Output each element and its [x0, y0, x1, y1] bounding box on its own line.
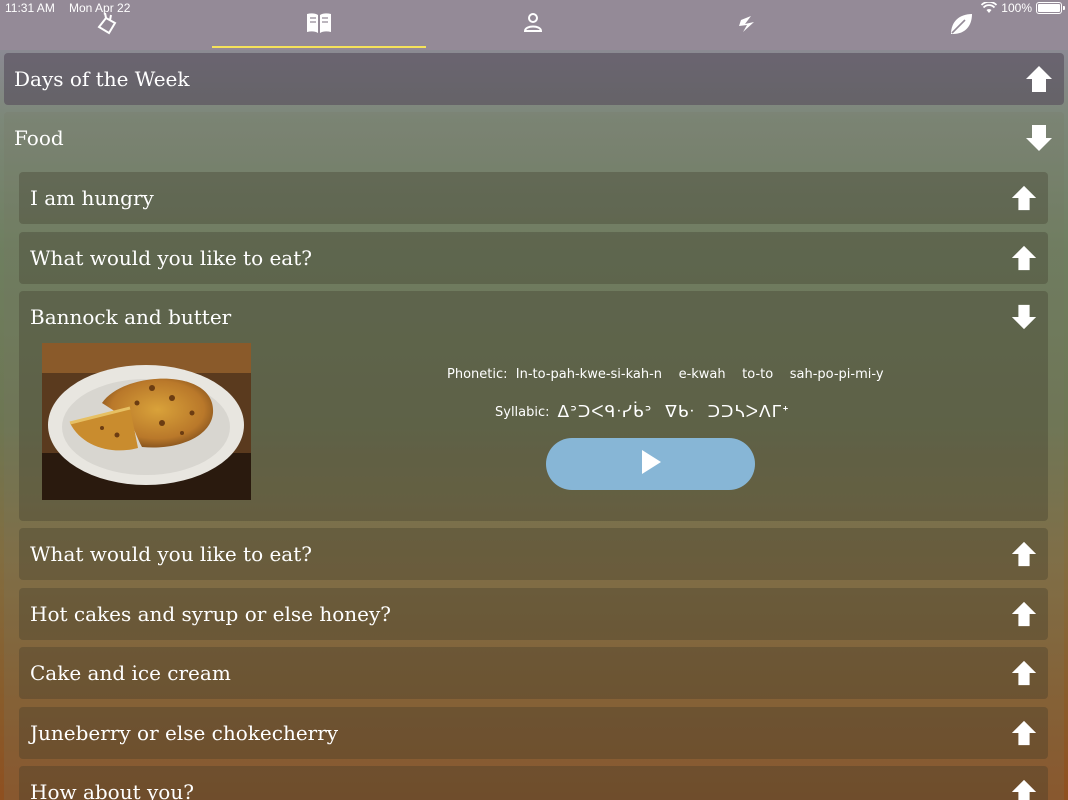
- phrase-detail: Phonetic: In-to-pah-kwe-si-kah-n e-kwah …: [19, 343, 1048, 521]
- arrow-up-icon[interactable]: [1024, 64, 1054, 94]
- arrow-down-icon[interactable]: [1024, 123, 1054, 153]
- arrow-up-icon[interactable]: [1010, 719, 1038, 747]
- phrase-label: How about you?: [30, 780, 194, 800]
- phrase-label: Juneberry or else chokecherry: [30, 721, 339, 745]
- phrase-label: Hot cakes and syrup or else honey?: [30, 602, 392, 626]
- arrow-up-icon[interactable]: [1010, 540, 1038, 568]
- battery-percent: 100%: [1001, 1, 1032, 15]
- phrase-label: Bannock and butter: [30, 305, 232, 329]
- arrow-up-icon[interactable]: [1010, 659, 1038, 687]
- arrow-up-icon[interactable]: [1010, 244, 1038, 272]
- phrase-list[interactable]: Days of the Week Food I am hungry What w…: [0, 50, 1068, 800]
- play-icon: [640, 449, 662, 479]
- status-date: Mon Apr 22: [69, 1, 131, 15]
- battery-icon: [1036, 2, 1065, 14]
- phrase-label: Cake and ice cream: [30, 661, 231, 685]
- list-item[interactable]: I am hungry: [19, 172, 1048, 224]
- phrase-label: I am hungry: [30, 186, 154, 210]
- list-item[interactable]: What would you like to eat?: [19, 232, 1048, 284]
- phrase-label: What would you like to eat?: [30, 246, 312, 270]
- list-item-expanded[interactable]: Bannock and butter Phonetic: In-to-pah-k…: [19, 291, 1048, 521]
- arrow-down-icon[interactable]: [1010, 303, 1038, 331]
- list-item[interactable]: Hot cakes and syrup or else honey?: [19, 588, 1048, 640]
- bannock-photo: [42, 343, 251, 500]
- syllabic-text: Syllabic: ᐃᐣᑐᐸᑫᐧᓯᑳᐣ ᐁᑲᐧ ᑐᑐᓴᐳᐱᒥᕀ: [495, 402, 790, 422]
- wifi-icon: [981, 2, 998, 14]
- phrase-label: What would you like to eat?: [30, 542, 312, 566]
- arrow-up-icon[interactable]: [1010, 600, 1038, 628]
- phonetic-text: Phonetic: In-to-pah-kwe-si-kah-n e-kwah …: [447, 367, 884, 382]
- section-title: Food: [14, 126, 64, 150]
- section-title: Days of the Week: [14, 67, 190, 91]
- status-time: 11:31 AM: [5, 1, 55, 15]
- play-button[interactable]: [546, 438, 755, 490]
- list-item[interactable]: Cake and ice cream: [19, 647, 1048, 699]
- list-item[interactable]: How about you?: [19, 766, 1048, 800]
- arrow-up-icon[interactable]: [1010, 184, 1038, 212]
- status-bar: 11:31 AM Mon Apr 22 100%: [0, 0, 1068, 18]
- arrow-up-icon[interactable]: [1010, 778, 1038, 800]
- section-days-of-week[interactable]: Days of the Week: [4, 53, 1064, 105]
- list-item[interactable]: Juneberry or else chokecherry: [19, 707, 1048, 759]
- list-item[interactable]: What would you like to eat?: [19, 528, 1048, 580]
